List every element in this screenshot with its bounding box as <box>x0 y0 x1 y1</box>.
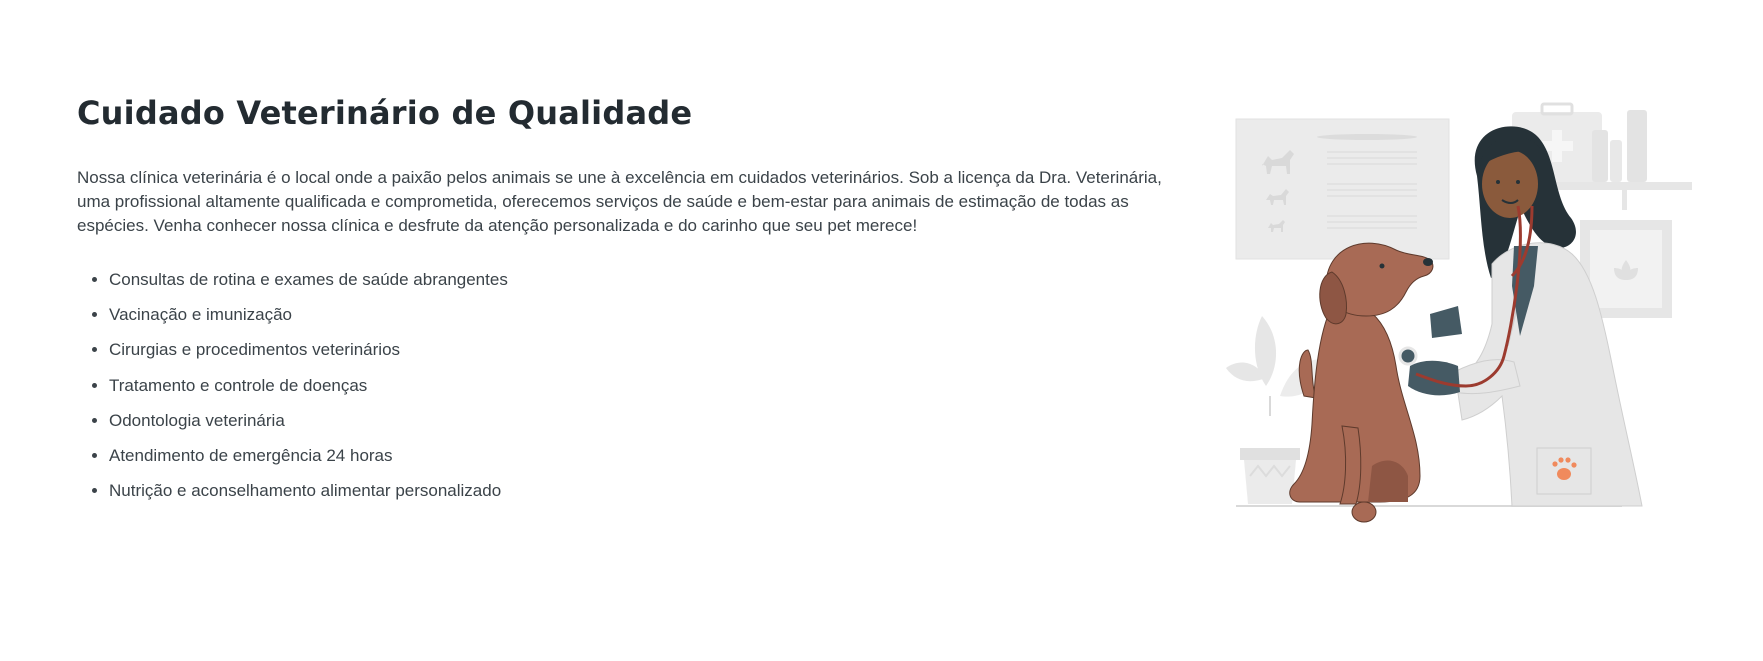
service-list-item: Consultas de rotina e exames de saúde ab… <box>109 262 1177 297</box>
service-list-item: Vacinação e imunização <box>109 297 1177 332</box>
about-section: Cuidado Veterinário de Qualidade Nossa c… <box>0 0 1763 661</box>
section-intro: Nossa clínica veterinária é o local onde… <box>77 168 1162 235</box>
service-list-item: Atendimento de emergência 24 horas <box>109 438 1177 473</box>
service-list-item: Tratamento e controle de doenças <box>109 368 1177 403</box>
section-title: Cuidado Veterinário de Qualidade <box>77 94 693 132</box>
service-list-item: Nutrição e aconselhamento alimentar pers… <box>109 473 1177 508</box>
wall-chart-icon <box>1235 118 1450 260</box>
service-list-item: Odontologia veterinária <box>109 403 1177 438</box>
about-content: Cuidado Veterinário de Qualidade Nossa c… <box>77 88 1177 508</box>
services-list: Consultas de rotina e exames de saúde ab… <box>77 262 1177 508</box>
service-list-item: Cirurgias e procedimentos veterinários <box>109 332 1177 367</box>
veterinarian-with-dog-illustration <box>1222 96 1694 536</box>
